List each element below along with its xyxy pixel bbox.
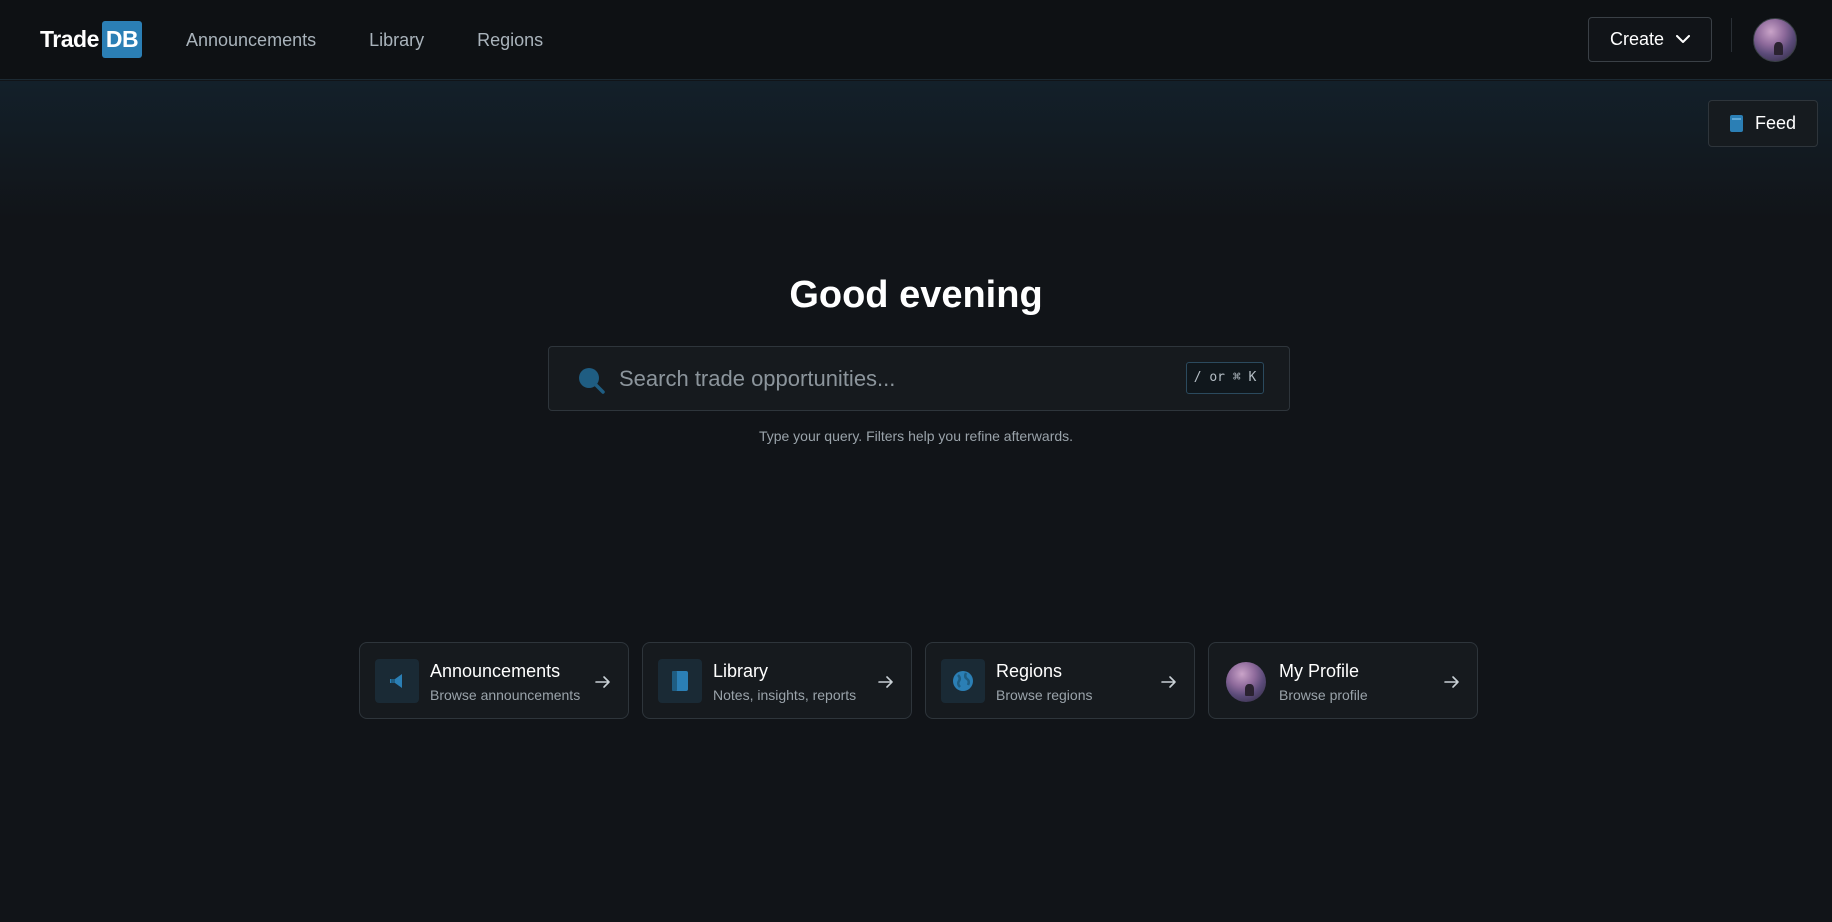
search-input[interactable] [619, 347, 1179, 410]
card-title: Library [713, 661, 769, 681]
feed-icon [1729, 115, 1743, 132]
card-title: Announcements [430, 661, 561, 681]
search-hint: Type your query. Filters help you refine… [758, 428, 1074, 444]
globe-icon [941, 659, 985, 703]
top-navigation-bar: Trade DB Announcements Library Regions C… [0, 0, 1832, 80]
search-icon [579, 368, 605, 394]
profile-avatar [1226, 662, 1266, 702]
card-subtitle: Browse regions [996, 687, 1093, 703]
arrow-right-icon [1444, 676, 1459, 688]
quick-links: Announcements Browse announcements Libra… [359, 642, 1478, 719]
tradedb-logo[interactable]: Trade DB [40, 21, 143, 58]
quick-link-my-profile[interactable]: My Profile Browse profile [1208, 642, 1478, 719]
card-title: My Profile [1279, 661, 1360, 681]
quick-link-regions[interactable]: Regions Browse regions [925, 642, 1195, 719]
header-divider [1731, 18, 1732, 52]
create-button[interactable]: Create [1588, 17, 1712, 62]
logo-text: Trade [40, 26, 99, 52]
quick-link-library[interactable]: Library Notes, insights, reports [642, 642, 912, 719]
logo-badge: DB [101, 21, 143, 58]
chevron-down-icon [1676, 35, 1691, 43]
card-subtitle: Browse announcements [430, 687, 581, 703]
book-icon [658, 659, 702, 703]
arrow-right-icon [878, 676, 893, 688]
nav-link-announcements[interactable]: Announcements [186, 30, 316, 51]
main-nav: Announcements Library Regions [186, 0, 543, 80]
greeting-heading: Good evening [789, 274, 1043, 316]
create-button-label: Create [1609, 29, 1665, 49]
feed-button-label: Feed [1754, 113, 1797, 133]
hero-background [0, 81, 1832, 221]
keyboard-shortcut-hint: / or ⌘ K [1186, 362, 1264, 394]
feed-button[interactable]: Feed [1708, 100, 1818, 147]
search-box[interactable]: / or ⌘ K [548, 346, 1290, 411]
card-subtitle: Notes, insights, reports [713, 687, 857, 703]
user-avatar[interactable] [1753, 18, 1797, 62]
arrow-right-icon [1161, 676, 1176, 688]
quick-link-announcements[interactable]: Announcements Browse announcements [359, 642, 629, 719]
card-title: Regions [996, 661, 1063, 681]
nav-link-regions[interactable]: Regions [477, 30, 543, 51]
arrow-right-icon [595, 676, 610, 688]
card-subtitle: Browse profile [1279, 687, 1368, 703]
nav-link-library[interactable]: Library [369, 30, 424, 51]
megaphone-icon [375, 659, 419, 703]
